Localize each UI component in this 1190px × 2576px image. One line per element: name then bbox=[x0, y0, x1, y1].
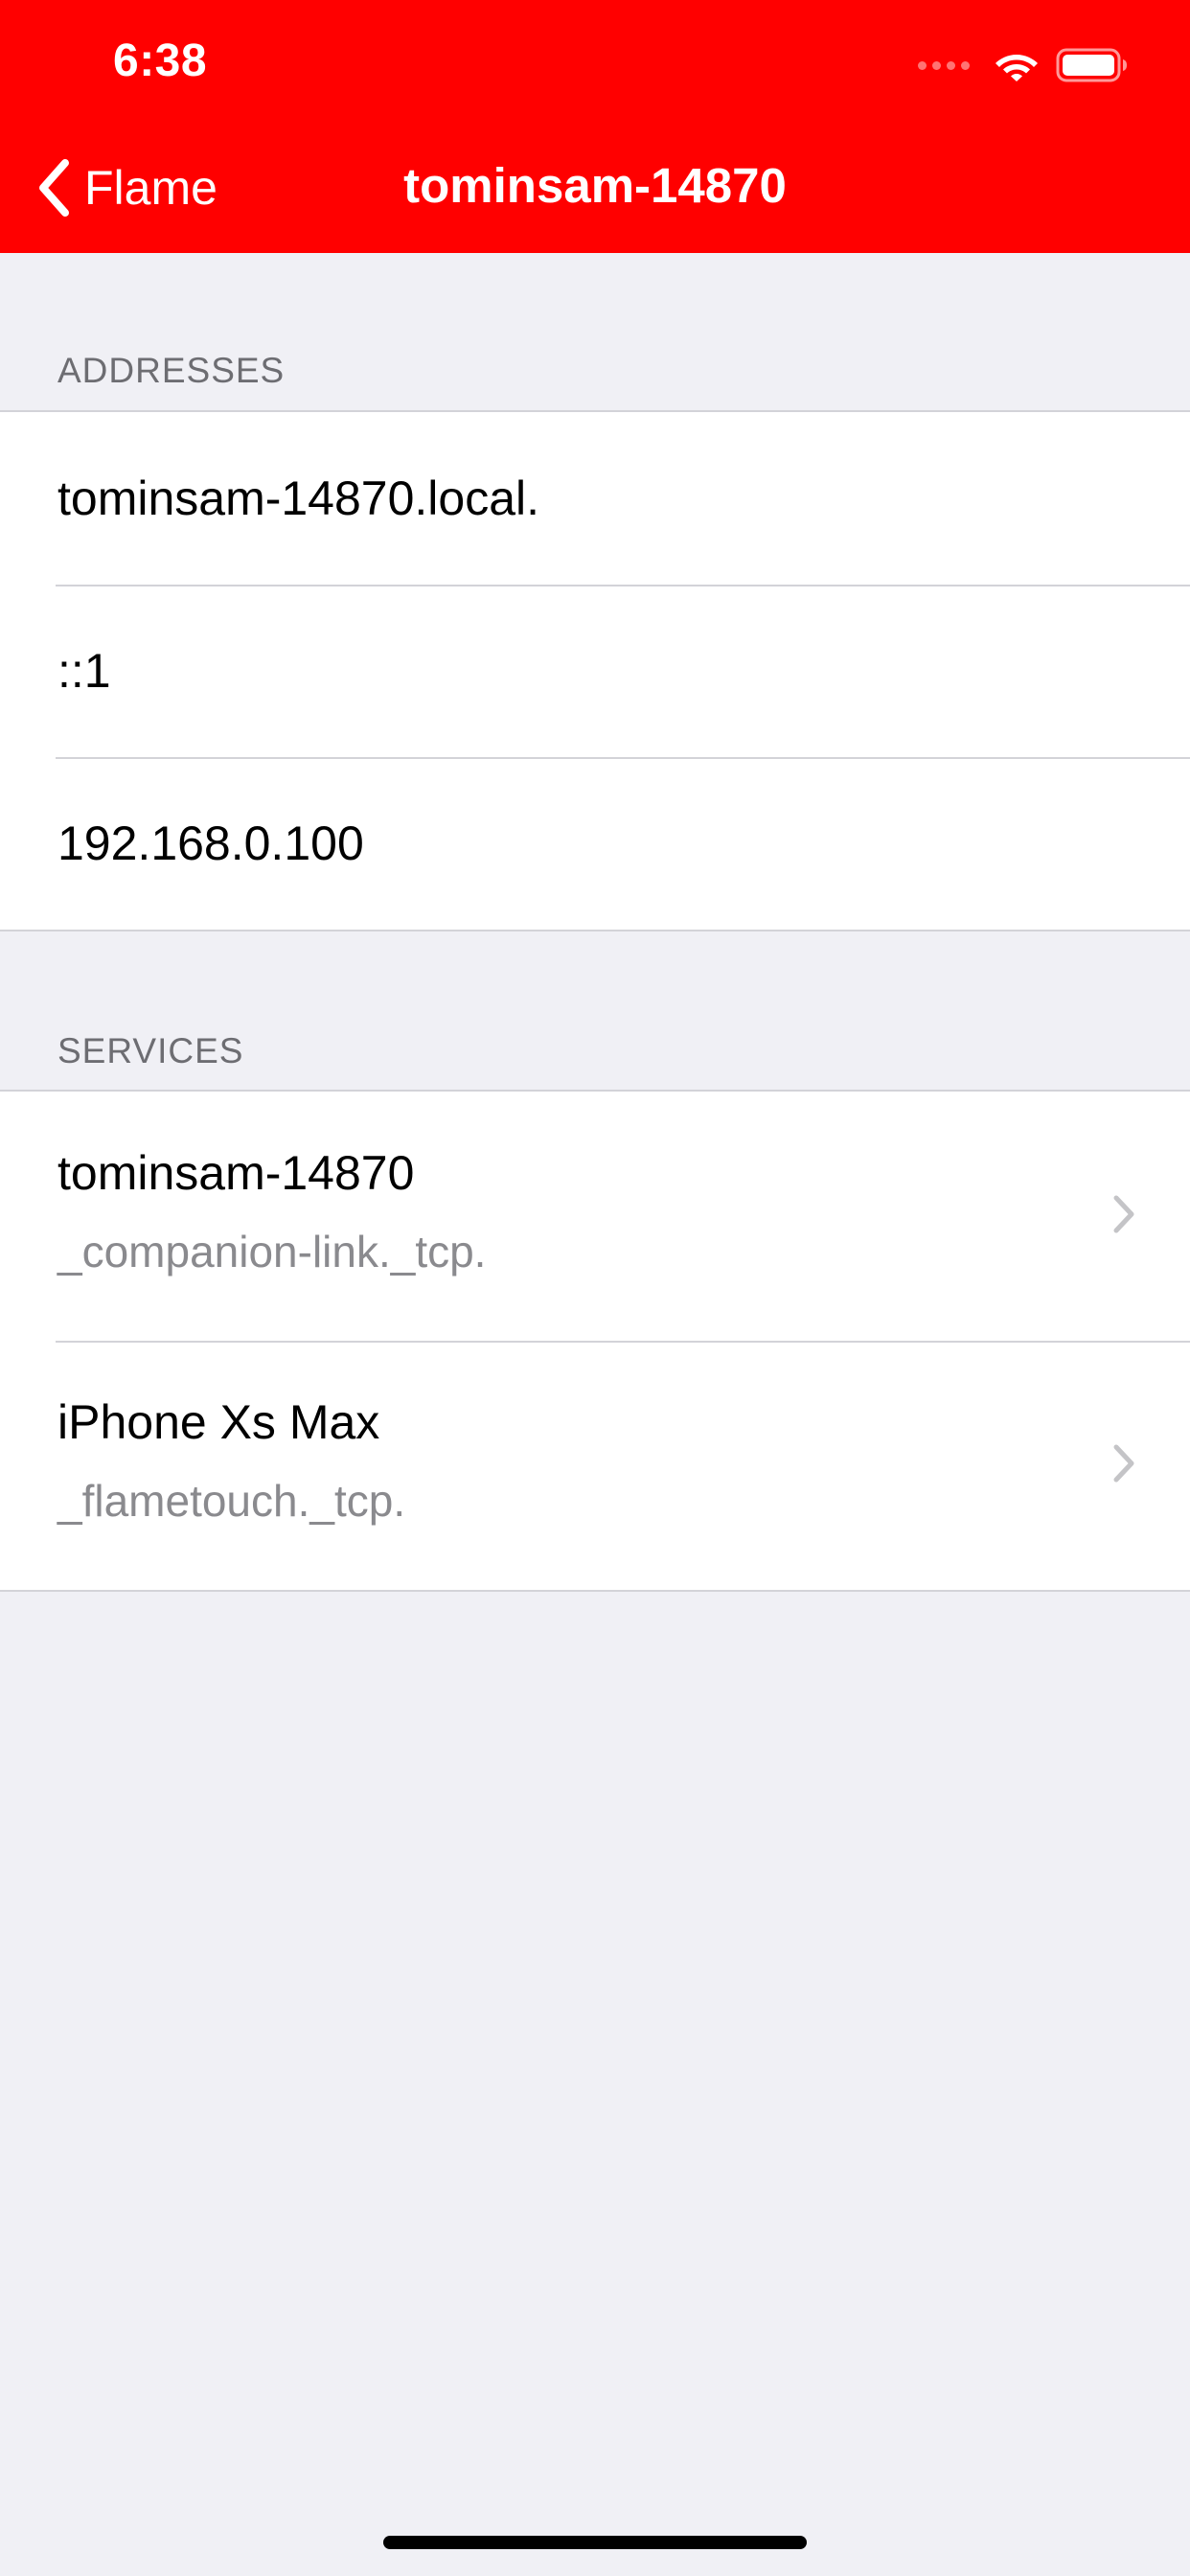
page-title: tominsam-14870 bbox=[403, 158, 787, 213]
chevron-right-icon bbox=[1113, 1195, 1134, 1233]
addresses-list: tominsam-14870.local. ::1 192.168.0.100 bbox=[0, 410, 1190, 932]
signal-icon bbox=[918, 60, 970, 70]
address-row[interactable]: ::1 bbox=[0, 585, 1190, 757]
address-text: ::1 bbox=[57, 644, 111, 698]
services-section-header: SERVICES bbox=[57, 1031, 244, 1070]
status-icons bbox=[918, 44, 1129, 86]
service-row[interactable]: iPhone Xs Max _flametouch._tcp. bbox=[0, 1341, 1190, 1590]
address-text: 192.168.0.100 bbox=[57, 816, 364, 870]
service-name: tominsam-14870 bbox=[57, 1146, 415, 1200]
service-row[interactable]: tominsam-14870 _companion-link._tcp. bbox=[0, 1092, 1190, 1341]
addresses-section-header: ADDRESSES bbox=[57, 351, 286, 390]
services-list: tominsam-14870 _companion-link._tcp. iPh… bbox=[0, 1090, 1190, 1592]
status-time: 6:38 bbox=[113, 35, 208, 86]
battery-icon bbox=[1056, 48, 1129, 82]
service-type: _companion-link._tcp. bbox=[57, 1227, 487, 1276]
wifi-icon bbox=[995, 49, 1039, 81]
service-type: _flametouch._tcp. bbox=[57, 1476, 406, 1526]
navigation-bar: 6:38 Flame tominsam-14870 bbox=[0, 0, 1190, 253]
address-text: tominsam-14870.local. bbox=[57, 472, 540, 525]
service-name: iPhone Xs Max bbox=[57, 1395, 380, 1449]
home-indicator[interactable] bbox=[383, 2536, 807, 2549]
address-row[interactable]: tominsam-14870.local. bbox=[0, 412, 1190, 585]
chevron-right-icon bbox=[1113, 1444, 1134, 1483]
address-row[interactable]: 192.168.0.100 bbox=[0, 757, 1190, 930]
